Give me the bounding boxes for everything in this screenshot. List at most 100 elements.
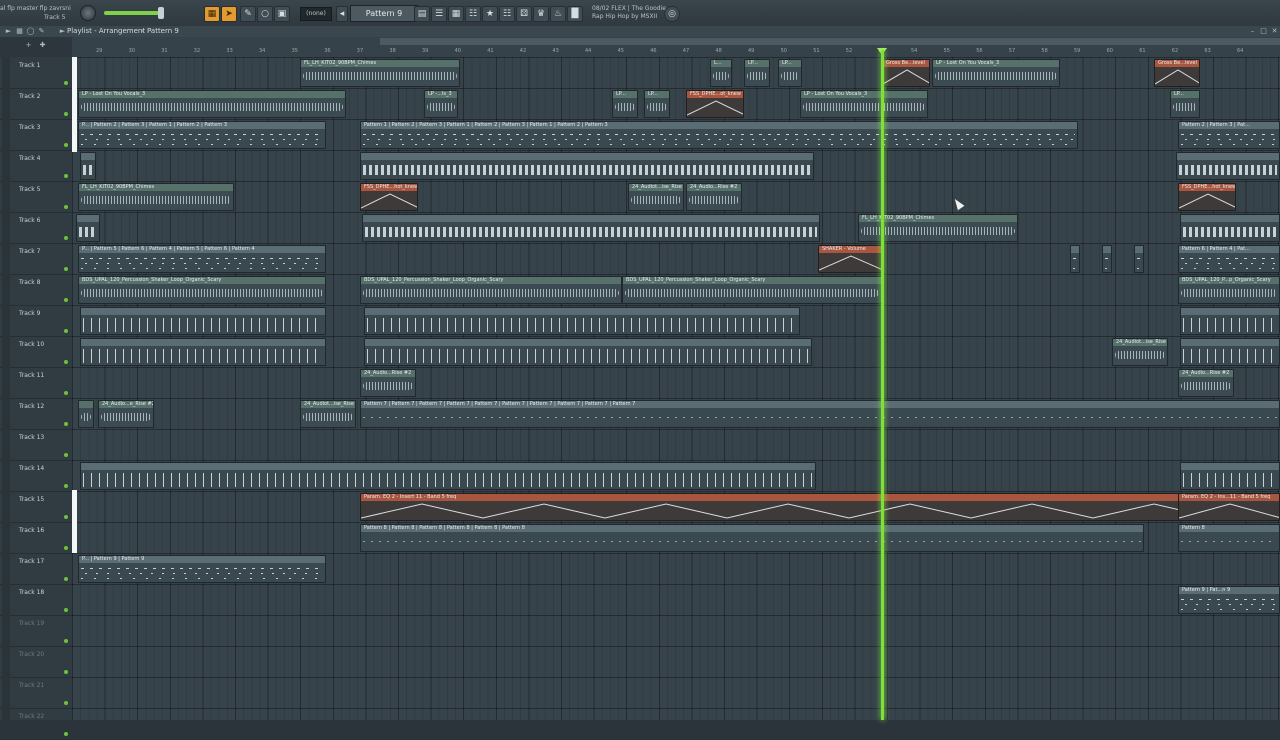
draw-icon[interactable]: ✎: [37, 27, 46, 36]
pattern-clip[interactable]: Pattern 2 | Pattern 3 | Pat...: [1178, 121, 1280, 149]
audio-clip[interactable]: LP...: [612, 90, 638, 118]
track-mute-led[interactable]: [64, 236, 68, 240]
track-mute-led[interactable]: [64, 81, 68, 85]
pattern-clip[interactable]: Pattern 1 | Pattern 2 | Pattern 3 | Patt…: [360, 121, 1078, 149]
pattern-selector[interactable]: Pattern 9: [350, 5, 418, 22]
track-grip[interactable]: [2, 677, 10, 708]
track-grip[interactable]: [2, 553, 10, 584]
track-header[interactable]: Track 15: [0, 491, 72, 523]
track-grip[interactable]: [2, 460, 10, 491]
pattern-clip[interactable]: P... | Pattern 5 | Pattern 6 | Pattern 4…: [78, 245, 326, 273]
track-header[interactable]: Track 7: [0, 243, 72, 275]
track-header[interactable]: Track 14: [0, 460, 72, 492]
automation-clip[interactable]: Param. EQ 2 - Ins...11 - Band 5 freq: [1178, 493, 1280, 521]
track-mute-led[interactable]: [64, 329, 68, 333]
pattern-clip[interactable]: Pattern 9 | Pat...n 9: [1178, 586, 1280, 614]
track-header[interactable]: Track 13: [0, 429, 72, 461]
news-icon[interactable]: ◎: [664, 6, 680, 22]
track-grip[interactable]: [2, 336, 10, 367]
playlist-nav-icon[interactable]: ►: [58, 27, 67, 36]
audio-clip[interactable]: BDS_UPAL_120_Percussion_Shaker_Loop_Orga…: [78, 276, 326, 304]
loop-start-marker[interactable]: [72, 490, 77, 553]
track-mute-led[interactable]: [64, 267, 68, 271]
audio-clip[interactable]: LP...: [778, 59, 802, 87]
script-icon[interactable]: ♨: [550, 6, 566, 22]
track-grip[interactable]: [2, 646, 10, 677]
track-grip[interactable]: [2, 243, 10, 274]
pattern-clip[interactable]: [364, 307, 800, 335]
pattern-clip[interactable]: [1102, 245, 1112, 273]
track-mute-led[interactable]: [64, 453, 68, 457]
track-mute-led[interactable]: [64, 143, 68, 147]
paint-icon[interactable]: ○: [257, 6, 273, 22]
track-mute-led[interactable]: [64, 577, 68, 581]
prev-pattern-icon[interactable]: ◂: [336, 6, 348, 22]
pattern-clip[interactable]: Pattern 6 | Pattern 4 | Pat...: [1178, 245, 1280, 273]
pattern-clip[interactable]: [1180, 214, 1280, 242]
audio-clip[interactable]: LP - Lost On You Vocals_3: [78, 90, 346, 118]
pattern-clip[interactable]: [80, 152, 96, 180]
audio-clip[interactable]: FL_LH_KIT02_90BPM_Chimes: [300, 59, 460, 87]
track-grip[interactable]: [2, 212, 10, 243]
scroll-overview[interactable]: [380, 38, 1280, 45]
snap-dropdown[interactable]: (none): [300, 7, 332, 21]
track-header[interactable]: Track 21: [0, 677, 72, 709]
track-header[interactable]: Track 9: [0, 305, 72, 337]
track-mute-led[interactable]: [64, 515, 68, 519]
track-header[interactable]: Track 8: [0, 274, 72, 306]
track-grip[interactable]: [2, 615, 10, 646]
audio-clip[interactable]: LP - Lost On You Vocals_3: [800, 90, 928, 118]
audio-clip[interactable]: BDS_UPAL_120_Percussion_Shaker_Loop_Orga…: [360, 276, 622, 304]
track-header[interactable]: Track 5: [0, 181, 72, 213]
track-grip[interactable]: [2, 522, 10, 553]
pattern-clip[interactable]: [1070, 245, 1080, 273]
master-volume-slider[interactable]: [104, 7, 164, 19]
pattern-clip[interactable]: [360, 152, 814, 180]
track-grip[interactable]: [2, 584, 10, 615]
track-grip[interactable]: [2, 398, 10, 429]
maximize-icon[interactable]: □: [1259, 27, 1268, 36]
fx-icon[interactable]: █: [567, 6, 583, 22]
loop-start-marker[interactable]: [72, 57, 77, 152]
track-grip[interactable]: [2, 367, 10, 398]
track-header[interactable]: Track 3: [0, 119, 72, 151]
pattern-clip[interactable]: [362, 214, 820, 242]
track-header[interactable]: Track 19: [0, 615, 72, 647]
automation-clip[interactable]: FSS_DPHE...hot_knew: [1178, 183, 1236, 211]
mixer-icon[interactable]: ☷: [465, 6, 481, 22]
snap-icon[interactable]: ▦: [15, 27, 24, 36]
audio-clip[interactable]: BDS_UPAL_120_P...p_Organic_Scary: [1178, 276, 1280, 304]
automation-clip[interactable]: Gross Be...level: [882, 59, 930, 87]
track-mute-led[interactable]: [64, 360, 68, 364]
track-header[interactable]: Track 20: [0, 646, 72, 678]
track-header[interactable]: Track 22: [0, 708, 72, 740]
track-mute-led[interactable]: [64, 608, 68, 612]
pattern-clip[interactable]: Pattern 8 | Pattern 8 | Pattern 8 | Patt…: [360, 524, 1144, 552]
audio-clip[interactable]: 24_Audio...Rise #2: [1178, 369, 1234, 397]
track-grip[interactable]: [2, 57, 10, 88]
pattern-clip[interactable]: [1134, 245, 1144, 273]
pattern-clip[interactable]: [1180, 462, 1280, 490]
touch-controller-icon[interactable]: ⚄: [516, 6, 532, 22]
track-mute-led[interactable]: [64, 701, 68, 705]
track-header[interactable]: Track 18: [0, 584, 72, 616]
audio-clip[interactable]: 24_Audio...Rise #2: [360, 369, 416, 397]
pattern-clip[interactable]: [80, 462, 816, 490]
pattern-clip[interactable]: [1176, 152, 1280, 180]
timeline-ruler[interactable]: 29 30 31 32 33 34 35 36 37 38 39 40 41 42 43 44 45 46 47 48…: [72, 37, 1280, 58]
add-track-icon[interactable]: +: [24, 41, 33, 50]
track-grip[interactable]: [2, 150, 10, 181]
track-grip[interactable]: [2, 429, 10, 460]
audio-clip[interactable]: LP -...ls_3: [424, 90, 458, 118]
piano-roll-icon[interactable]: ☰: [431, 6, 447, 22]
track-grip[interactable]: [2, 88, 10, 119]
track-grip[interactable]: [2, 119, 10, 150]
playhead[interactable]: [881, 50, 884, 720]
track-header[interactable]: Track 11: [0, 367, 72, 399]
automation-clip[interactable]: Gross Be...level: [1154, 59, 1200, 87]
track-mute-led[interactable]: [64, 670, 68, 674]
plugin-picker-icon[interactable]: ★: [482, 6, 498, 22]
automation-clip[interactable]: SHAKER - Volume: [818, 245, 882, 273]
track-grip[interactable]: [2, 491, 10, 522]
track-grip[interactable]: [2, 274, 10, 305]
